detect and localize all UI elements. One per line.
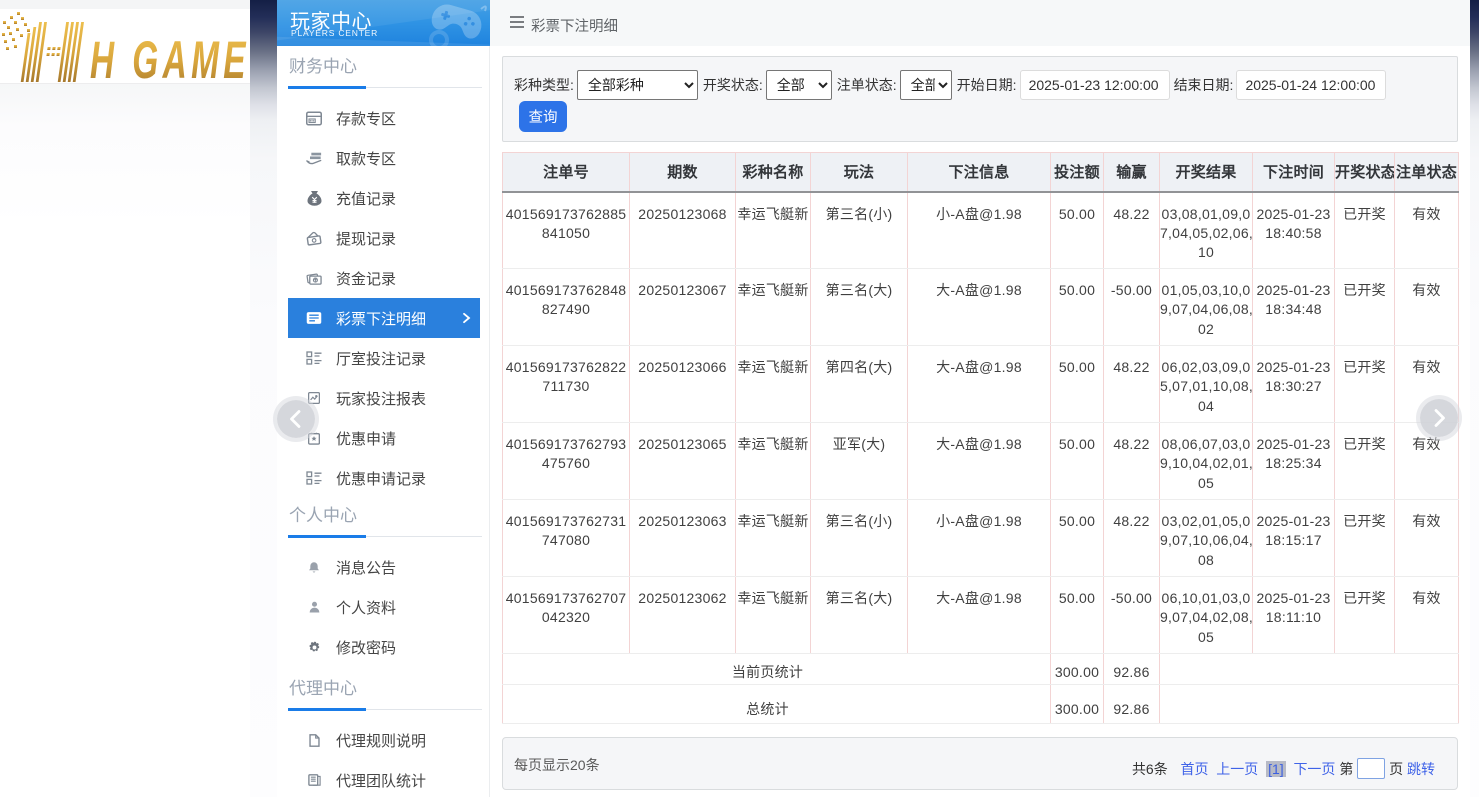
svg-text:H GAME: H GAME <box>90 31 250 83</box>
